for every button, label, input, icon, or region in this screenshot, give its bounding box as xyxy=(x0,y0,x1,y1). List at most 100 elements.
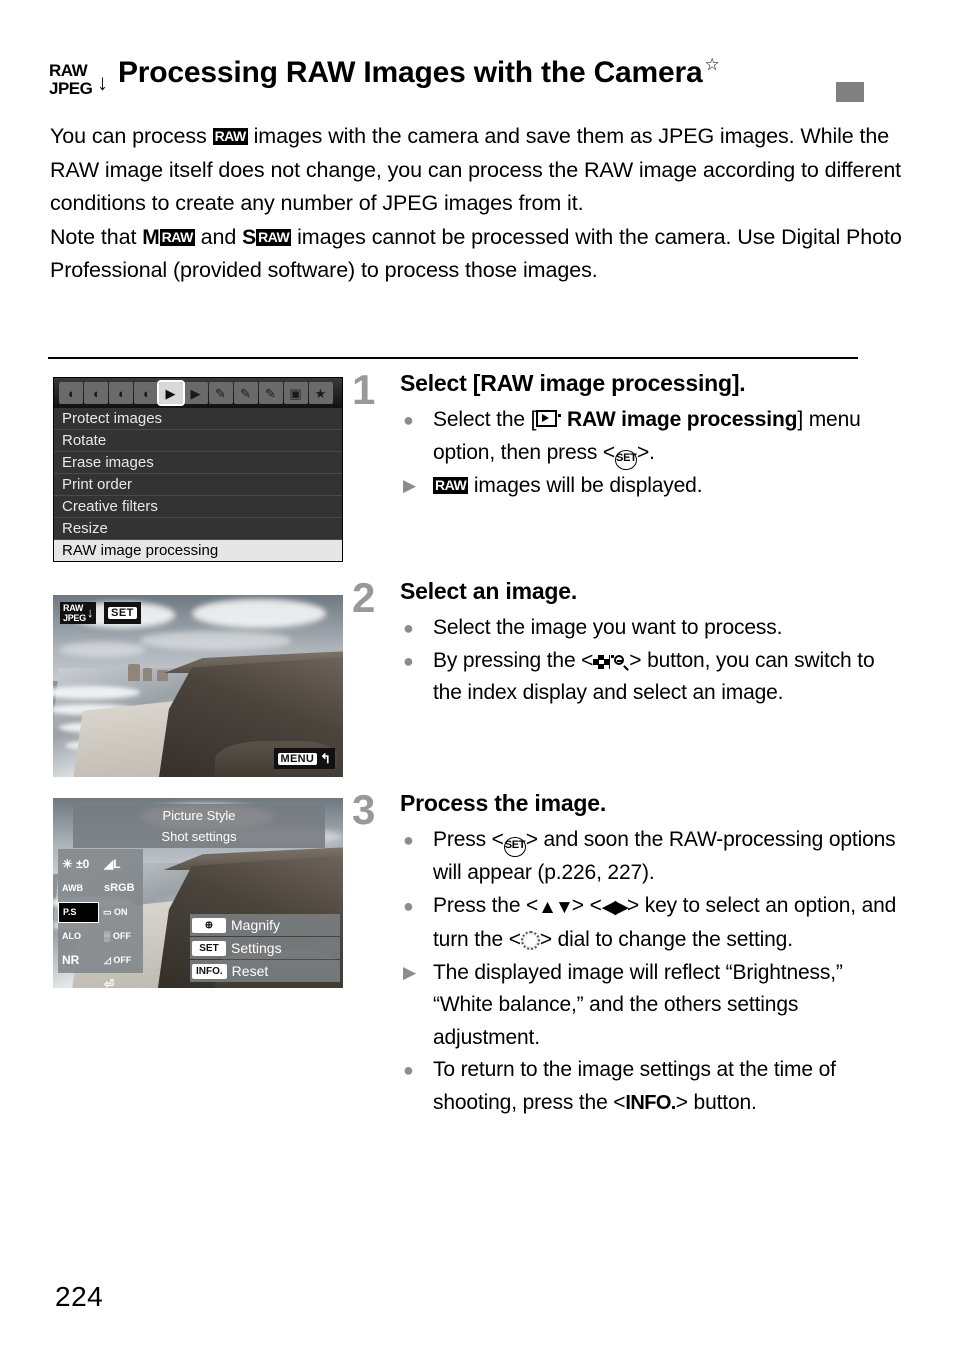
tab-playback-2[interactable]: ▶ xyxy=(183,382,208,404)
raw-to-jpeg-icon: RAW JPEG ↓ xyxy=(48,60,110,106)
distortion-correction-setting[interactable]: ▒ OFF xyxy=(100,931,142,941)
menu-button-badge: MENU ↰ xyxy=(273,748,335,769)
settings-row-brightness: ☀ ±0 ◢L xyxy=(58,852,143,876)
tab-shooting-3[interactable]: ◖ xyxy=(108,382,133,404)
return-arrow-icon: ↰ xyxy=(320,750,331,766)
tab-my-menu[interactable]: ★ xyxy=(308,382,333,404)
raw-to-jpeg-badge-icon: RAW JPEG ↓ xyxy=(60,602,97,624)
action-magnify[interactable]: ⊕ Magnify xyxy=(190,914,340,936)
m-size-label: M xyxy=(142,225,160,249)
settings-row-auto-lighting-optimizer: ALO ▒ OFF xyxy=(58,924,143,948)
action-magnify-label: Magnify xyxy=(231,917,281,933)
set-key-icon: SET xyxy=(615,449,638,470)
step-2-heading: Select an image. xyxy=(400,578,578,604)
raw-badge-icon: RAW xyxy=(212,128,248,145)
menu-item-resize[interactable]: Resize xyxy=(54,518,342,540)
surf-line xyxy=(53,686,140,699)
action-settings[interactable]: SET Settings xyxy=(190,937,340,959)
page-header: RAW JPEG ↓ Processing RAW Images with th… xyxy=(48,55,906,110)
menu-item-protect-images[interactable]: Protect images xyxy=(54,408,342,430)
peripheral-illumination-setting[interactable]: ▭ ON xyxy=(99,907,141,917)
star-icon: ☆ xyxy=(704,55,720,74)
color-space-setting[interactable]: sRGB xyxy=(100,882,142,894)
intro-p2-and: and xyxy=(194,224,243,249)
tab-shooting-4[interactable]: ◖ xyxy=(133,382,158,404)
step2-l2-a: By pressing the < xyxy=(433,648,594,672)
raw-label: RAW xyxy=(49,61,88,80)
cloud xyxy=(58,642,146,657)
section-divider xyxy=(48,357,858,359)
badge-raw-label: RAW xyxy=(63,603,84,613)
main-dial-icon xyxy=(520,931,540,950)
menu-item-raw-image-processing[interactable]: RAW image processing xyxy=(54,540,342,561)
step3-l2-d: > dial to change the setting. xyxy=(539,928,793,951)
set-button-badge: SET xyxy=(104,602,141,624)
intro-paragraphs: You can process RAW images with the came… xyxy=(50,120,906,288)
brightness-setting[interactable]: ☀ ±0 xyxy=(58,858,100,870)
step3-l2-b: > < xyxy=(571,893,602,917)
playback-tab-icon xyxy=(536,410,558,427)
step1-l1-a: Select the [ xyxy=(433,408,537,431)
menu-item-rotate[interactable]: Rotate xyxy=(54,430,342,452)
bullet-dot-icon: ● xyxy=(403,618,414,638)
tab-shooting-2[interactable]: ◖ xyxy=(83,382,108,404)
magnify-icon: ⊕ xyxy=(192,917,226,933)
settings-row-picture-style: P.S ▭ ON xyxy=(58,900,143,924)
step1-l1-bold: RAW image processing xyxy=(566,408,798,431)
tab-setup-3[interactable]: ✎ xyxy=(258,382,283,404)
step-1-heading: Select [RAW image processing]. xyxy=(400,370,746,396)
step3-l1-a: Press < xyxy=(433,828,504,851)
m-raw-badge-icon: RAW xyxy=(159,228,195,246)
sea-stack xyxy=(157,669,168,681)
bullet-dot-icon: ● xyxy=(403,895,414,916)
chapter-tab-marker xyxy=(836,82,864,102)
step3-l3-text: The displayed image will reflect “Bright… xyxy=(433,960,843,1049)
result-triangle-icon: ▶ xyxy=(403,475,416,495)
menu-item-erase-images[interactable]: Erase images xyxy=(54,452,342,474)
tab-playback-1[interactable]: ▶ xyxy=(156,380,185,406)
options-title-line1: Picture Style xyxy=(162,808,236,823)
bullet-dot-icon: ● xyxy=(403,1060,414,1080)
auto-lighting-optimizer-setting[interactable]: ALO xyxy=(58,931,100,941)
step1-l2-text: images will be displayed. xyxy=(468,473,703,497)
step-1-line-1: ● Select the [ RAW image processing] menu… xyxy=(400,404,908,470)
figure-camera-menu: ◖ ◖ ◖ ◖ ▶ ▶ ✎ ✎ ✎ ▣ ★ Protect images Rot… xyxy=(53,377,343,562)
sea-stack xyxy=(142,667,152,681)
chromatic-aberration-setting[interactable]: ◿ OFF xyxy=(100,955,142,965)
step-3-heading: Process the image. xyxy=(400,790,607,816)
action-reset[interactable]: INFO. Reset xyxy=(190,960,340,982)
bullet-dot-icon: ● xyxy=(403,830,414,850)
settings-row-save: ⏎ xyxy=(58,972,143,988)
intro-p1-a: You can process xyxy=(50,124,213,148)
settings-row-white-balance: AWB sRGB xyxy=(58,876,143,900)
raw-badge-icon: RAW xyxy=(433,476,469,494)
tab-setup-1[interactable]: ✎ xyxy=(208,382,233,404)
badge-jpeg-label: JPEG xyxy=(63,613,86,623)
badge-down-arrow-icon: ↓ xyxy=(86,605,94,620)
tab-setup-2[interactable]: ✎ xyxy=(233,382,258,404)
menu-item-creative-filters[interactable]: Creative filters xyxy=(54,496,342,518)
menu-item-print-order[interactable]: Print order xyxy=(54,474,342,496)
step-3-number: 3 xyxy=(352,786,376,833)
bullet-dot-icon: ● xyxy=(403,650,414,671)
tab-custom-functions[interactable]: ▣ xyxy=(283,382,308,404)
image-quality-setting[interactable]: ◢L xyxy=(100,858,142,870)
options-title-line2: Shot settings xyxy=(161,829,237,844)
save-image-icon[interactable]: ⏎ xyxy=(100,978,142,988)
up-down-key-icon: ▲▼ xyxy=(538,896,574,918)
step-2-body: ● Select the image you want to process. ●… xyxy=(400,612,908,710)
picture-style-setting[interactable]: P.S xyxy=(58,901,99,923)
step-1-body: ● Select the [ RAW image processing] menu… xyxy=(400,404,908,502)
action-settings-label: Settings xyxy=(231,940,282,956)
step-3-line-4: ● To return to the image settings at the … xyxy=(400,1054,908,1119)
set-key-icon: SET xyxy=(192,940,226,956)
menu-tab-bar: ◖ ◖ ◖ ◖ ▶ ▶ ✎ ✎ ✎ ▣ ★ xyxy=(54,378,342,408)
page-title: Processing RAW Images with the Camera ☆ xyxy=(118,55,720,90)
white-balance-setting[interactable]: AWB xyxy=(58,883,100,893)
step-2-line-1: ● Select the image you want to process. xyxy=(400,612,908,645)
intro-paragraph-2: Note that M RAW and S RAW images cannot be… xyxy=(50,221,906,288)
info-button-icon: INFO. xyxy=(625,1091,676,1114)
step1-l1-c: >. xyxy=(637,440,655,464)
tab-shooting-1[interactable]: ◖ xyxy=(58,382,83,404)
noise-reduction-setting[interactable]: NR xyxy=(58,954,100,966)
